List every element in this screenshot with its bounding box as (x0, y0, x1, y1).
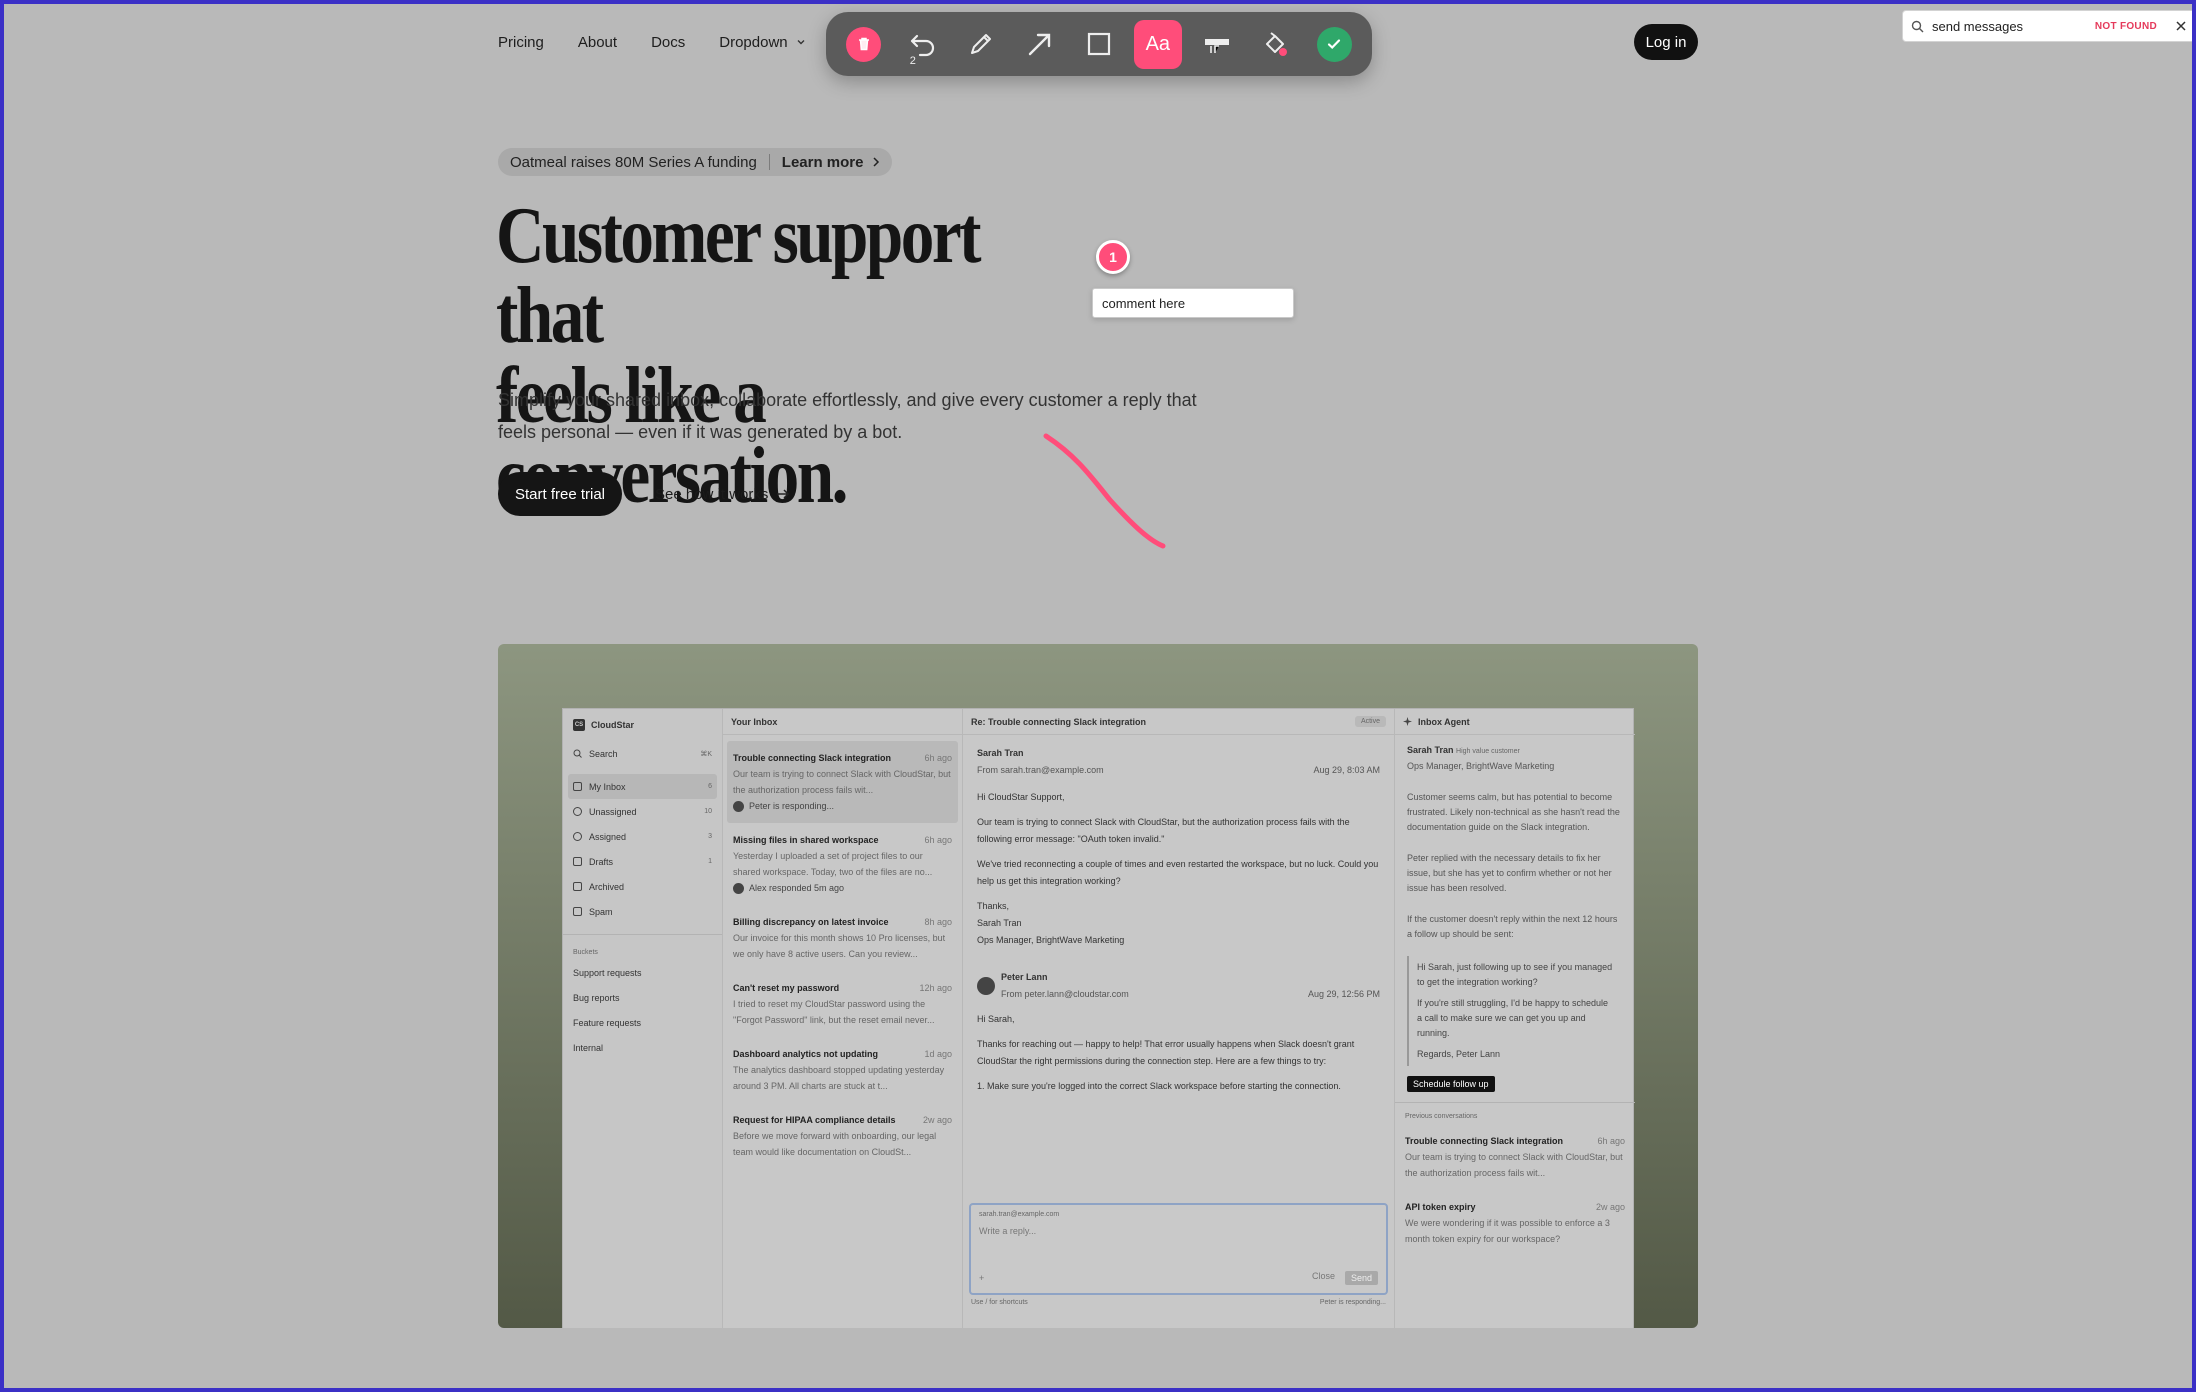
undo-button[interactable]: 2 (899, 20, 947, 69)
arrow-tool[interactable] (1016, 20, 1064, 69)
text-tool[interactable]: Aa (1133, 19, 1182, 69)
text-tool-label: Aa (1145, 32, 1171, 55)
find-input[interactable]: send messages (1932, 19, 2087, 34)
find-status: NOT FOUND (2094, 20, 2157, 32)
annotation-toolbar: 2 Aa (826, 12, 1372, 76)
pencil-tool[interactable] (958, 20, 1006, 69)
close-icon[interactable] (2175, 20, 2187, 32)
fill-color-tool[interactable] (1251, 20, 1299, 69)
find-bar: send messages NOT FOUND (1902, 10, 2196, 42)
check-icon (1328, 39, 1341, 50)
paint-bucket-icon (1266, 32, 1288, 56)
freehand-stroke (1043, 433, 1166, 549)
trash-icon (858, 37, 869, 51)
undo-count: 2 (909, 54, 916, 67)
redact-icon (1204, 39, 1229, 53)
rectangle-tool[interactable] (1075, 20, 1123, 69)
search-icon (1911, 20, 1924, 32)
pencil-icon (971, 34, 992, 54)
confirm-button[interactable] (1310, 20, 1358, 69)
redact-tool[interactable] (1193, 20, 1241, 69)
arrow-icon (1029, 33, 1051, 56)
delete-button[interactable] (840, 20, 888, 69)
rectangle-icon (1087, 32, 1111, 56)
